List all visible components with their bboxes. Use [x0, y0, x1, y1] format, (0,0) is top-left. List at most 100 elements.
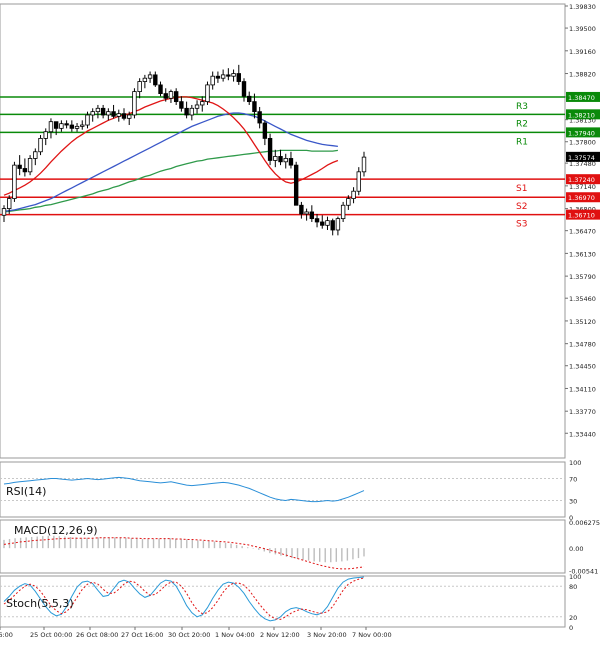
- rsi-tick-label: 30: [569, 498, 577, 506]
- time-tick-label: 2 Nov 12:00: [260, 631, 300, 639]
- candle-body: [80, 124, 85, 127]
- candle-body: [38, 137, 43, 153]
- macd-label: MACD(12,26,9): [14, 524, 98, 537]
- level-label-r1: R1: [516, 137, 528, 147]
- price-tick-label: 1.38820: [569, 71, 596, 79]
- candle-body: [252, 101, 257, 113]
- candle-body: [231, 73, 236, 77]
- price-tag-label: 1.38470: [568, 94, 595, 102]
- candle-body: [304, 211, 309, 215]
- candle-body: [184, 107, 189, 116]
- candle-body: [69, 124, 75, 129]
- price-tick-label: 1.35120: [569, 318, 596, 326]
- price-tick-label: 1.36470: [569, 228, 596, 236]
- candle-body: [48, 121, 54, 133]
- candle-body: [173, 91, 179, 103]
- price-tick-label: 1.33440: [569, 430, 596, 438]
- time-tick-label: 27 Oct 16:00: [121, 631, 163, 639]
- level-label-r3: R3: [516, 102, 528, 112]
- price-tick-label: 1.39830: [569, 3, 596, 11]
- candle-body: [267, 137, 273, 161]
- price-tick-label: 1.34110: [569, 385, 596, 393]
- candle-body: [53, 121, 59, 129]
- candle-body: [200, 101, 205, 106]
- candle-body: [293, 164, 299, 206]
- candle-body: [43, 131, 48, 139]
- price-tick-label: 1.34780: [569, 341, 596, 349]
- candle-body: [356, 171, 361, 192]
- price-tag-label: 1.37940: [568, 129, 595, 137]
- level-label-s2: S2: [516, 202, 527, 212]
- candle-body: [111, 111, 116, 117]
- stoch-tick-label: 0: [569, 624, 573, 632]
- candle-body: [74, 125, 80, 129]
- stoch-label: Stoch(5,5,3): [6, 597, 74, 610]
- panel-frame-stoch: [0, 575, 566, 628]
- candle-body: [153, 74, 158, 86]
- rsi-label: RSI(14): [6, 485, 46, 498]
- candle-body: [309, 211, 315, 220]
- macd-tick-label: 0.006275: [569, 519, 600, 527]
- candle-body: [127, 114, 132, 119]
- candle-body: [340, 204, 346, 220]
- candle-body: [241, 81, 247, 97]
- stoch-tick-label: 20: [569, 614, 577, 622]
- candle-body: [361, 156, 367, 173]
- candle-body: [346, 198, 351, 206]
- candle-body: [325, 220, 330, 226]
- candle-body: [27, 158, 33, 173]
- candle-body: [95, 107, 101, 113]
- price-tick-label: 1.36130: [569, 250, 596, 258]
- price-tag-label: 1.36710: [568, 212, 595, 220]
- candle-body: [179, 101, 184, 109]
- candle-body: [17, 164, 22, 169]
- price-tick-label: 1.39500: [569, 25, 596, 33]
- price-tag-label: 1.37574: [568, 154, 595, 162]
- candle-body: [236, 73, 241, 82]
- time-tick-label: 30 Oct 20:00: [168, 631, 210, 639]
- candle-body: [278, 156, 283, 163]
- candle-body: [283, 158, 288, 163]
- price-tick-label: 1.39160: [569, 48, 596, 56]
- candle-body: [106, 111, 111, 116]
- rsi-tick-label: 70: [569, 476, 577, 484]
- candle-body: [168, 91, 174, 99]
- time-tick-label: 25 Oct 00:00: [30, 631, 72, 639]
- candle-body: [189, 107, 195, 116]
- rsi-tick-label: 100: [569, 459, 581, 467]
- candle-body: [257, 111, 262, 124]
- candle-body: [205, 84, 210, 103]
- candle-body: [299, 204, 304, 215]
- level-label-r2: R2: [516, 119, 528, 129]
- candle-body: [288, 158, 294, 166]
- price-tick-label: 1.34450: [569, 363, 596, 371]
- candle-body: [85, 114, 90, 126]
- candle-body: [142, 77, 148, 82]
- level-label-s3: S3: [516, 220, 527, 230]
- candle-body: [262, 122, 268, 139]
- candle-body: [330, 220, 335, 231]
- candle-body: [33, 151, 38, 159]
- candle-body: [121, 113, 127, 119]
- time-tick-label: ct 16:00: [0, 631, 13, 639]
- candle-body: [163, 93, 168, 99]
- stoch-tick-label: 100: [569, 573, 581, 581]
- candle-body: [210, 75, 215, 86]
- candle-body: [116, 113, 121, 117]
- price-tick-label: 1.37800: [569, 139, 596, 147]
- candle-body: [7, 198, 12, 210]
- price-tick-label: 1.35460: [569, 295, 596, 303]
- time-tick-label: 1 Nov 04:00: [215, 631, 255, 639]
- candle-body: [194, 104, 200, 109]
- candle-body: [59, 123, 64, 129]
- price-tick-label: 1.33770: [569, 408, 596, 416]
- candle-body: [90, 111, 95, 116]
- candle-body: [158, 84, 163, 94]
- candle-body: [132, 91, 137, 116]
- candle-body: [12, 164, 17, 199]
- time-tick-label: 7 Nov 00:00: [352, 631, 392, 639]
- forex-chart: 1.398301.395001.391601.388201.384701.381…: [0, 0, 600, 643]
- chart-canvas: 1.398301.395001.391601.388201.384701.381…: [0, 3, 600, 639]
- candle-body: [273, 156, 278, 161]
- candle-body: [247, 95, 252, 103]
